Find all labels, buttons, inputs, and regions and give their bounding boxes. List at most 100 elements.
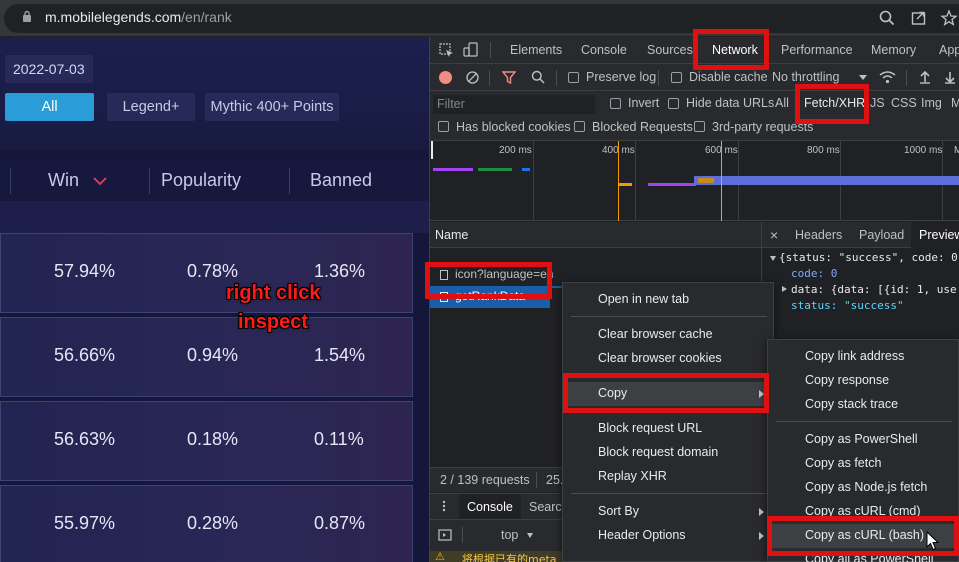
record-icon[interactable]: [439, 71, 452, 84]
status-divider: [536, 472, 537, 488]
chevron-down-icon[interactable]: [93, 177, 107, 186]
popularity-rate: 0.18%: [187, 429, 239, 449]
type-filter-img[interactable]: Img: [921, 96, 942, 110]
popularity-rate: 0.28%: [187, 513, 239, 533]
menu-replay-xhr[interactable]: Replay XHR: [563, 465, 773, 489]
throttling-select[interactable]: No throttling: [772, 70, 839, 84]
chevron-down-icon: [527, 533, 533, 538]
menu-copy-as-fetch[interactable]: Copy as fetch: [768, 452, 958, 476]
date-selector[interactable]: 2022-07-03: [5, 55, 93, 83]
tab-payload[interactable]: Payload: [859, 228, 904, 242]
menu-block-request-domain[interactable]: Block request domain: [563, 441, 773, 465]
tab-sources[interactable]: Sources: [647, 43, 693, 57]
tab-performance[interactable]: Performance: [781, 43, 853, 57]
drawer-tab-console[interactable]: Console: [467, 500, 513, 514]
wifi-settings-icon[interactable]: [879, 70, 896, 85]
sidebar-toggle-icon[interactable]: [438, 529, 452, 541]
column-banned[interactable]: Banned: [310, 170, 372, 191]
context-select[interactable]: top: [501, 528, 518, 542]
menu-open-in-new-tab[interactable]: Open in new tab: [563, 288, 773, 312]
tab-console[interactable]: Console: [581, 43, 627, 57]
toolbar-divider: [490, 42, 491, 58]
menu-block-request-url[interactable]: Block request URL: [563, 417, 773, 441]
network-timeline[interactable]: 200 ms 400 ms 600 ms 800 ms 1000 ms M: [430, 141, 959, 221]
menu-clear-browser-cache[interactable]: Clear browser cache: [563, 323, 773, 347]
export-har-icon[interactable]: [944, 70, 956, 84]
menu-copy-response[interactable]: Copy response: [768, 369, 958, 393]
menu-header-options[interactable]: Header Options: [563, 524, 773, 548]
request-context-menu: Open in new tab Clear browser cache Clea…: [562, 282, 774, 562]
toolbar-divider: [489, 70, 490, 86]
expand-triangle-icon[interactable]: [770, 256, 776, 261]
disable-cache-checkbox[interactable]: [671, 72, 682, 83]
filter-legend-button[interactable]: Legend+: [107, 93, 195, 121]
url-text[interactable]: m.mobilelegends.com/en/rank: [45, 9, 232, 25]
column-win[interactable]: Win: [48, 170, 79, 191]
type-filter-all[interactable]: All: [775, 96, 789, 110]
request-count: 2 / 139 requests: [440, 473, 530, 487]
tab-network[interactable]: Network: [712, 43, 758, 57]
drawer-menu-icon[interactable]: [438, 500, 450, 512]
tab-preview[interactable]: Preview: [919, 228, 959, 242]
bookmark-star-icon[interactable]: [940, 9, 958, 27]
table-row[interactable]: 56.66% 0.94% 1.54%: [0, 317, 413, 397]
table-row[interactable]: 55.97% 0.28% 0.87%: [0, 485, 413, 562]
filter-all-button[interactable]: All: [5, 93, 94, 121]
expand-triangle-icon[interactable]: [782, 286, 787, 292]
close-icon[interactable]: ×: [770, 227, 778, 243]
toolbar-divider: [906, 70, 907, 86]
table-row[interactable]: 57.94% 0.78% 1.36%: [0, 233, 413, 313]
tab-elements[interactable]: Elements: [510, 43, 562, 57]
search-icon[interactable]: [531, 70, 545, 84]
menu-copy-as-curl-cmd[interactable]: Copy as cURL (cmd): [768, 500, 958, 524]
name-column-header[interactable]: Name: [435, 228, 468, 242]
clear-icon[interactable]: [466, 71, 479, 84]
table-subheader: [0, 201, 429, 233]
type-filter-media[interactable]: M: [951, 96, 959, 110]
tab-application[interactable]: App: [939, 43, 959, 57]
toolbar-divider: [462, 527, 463, 543]
win-rate: 57.94%: [54, 261, 116, 281]
zoom-icon[interactable]: [878, 9, 896, 27]
blocked-requests-checkbox[interactable]: [574, 121, 585, 132]
hide-data-urls-checkbox[interactable]: [668, 98, 679, 109]
blocked-cookies-checkbox[interactable]: [438, 121, 449, 132]
json-data-line: data: {data: [{id: 1, use: [791, 283, 957, 296]
type-filter-fetch-xhr[interactable]: Fetch/XHR: [804, 96, 865, 110]
menu-copy[interactable]: Copy: [563, 382, 773, 406]
submenu-arrow-icon: [759, 390, 764, 398]
menu-copy-as-nodejs-fetch[interactable]: Copy as Node.js fetch: [768, 476, 958, 500]
device-toolbar-icon[interactable]: [463, 42, 479, 58]
timeline-start-marker: [431, 141, 433, 159]
preserve-log-checkbox[interactable]: [568, 72, 579, 83]
table-row[interactable]: 56.63% 0.18% 0.11%: [0, 401, 413, 481]
transferred-size: 25.: [546, 473, 564, 487]
chevron-down-icon: [859, 75, 867, 80]
filter-mythic-button[interactable]: Mythic 400+ Points: [205, 93, 339, 121]
menu-copy-link-address[interactable]: Copy link address: [768, 345, 958, 369]
invert-checkbox[interactable]: [610, 98, 621, 109]
filter-icon[interactable]: [502, 71, 516, 84]
filter-input[interactable]: Filter: [433, 95, 595, 114]
menu-clear-browser-cookies[interactable]: Clear browser cookies: [563, 347, 773, 371]
third-party-checkbox[interactable]: [694, 121, 705, 132]
menu-sort-by[interactable]: Sort By: [563, 500, 773, 524]
tab-memory[interactable]: Memory: [871, 43, 916, 57]
menu-copy-as-powershell[interactable]: Copy as PowerShell: [768, 428, 958, 452]
tab-headers[interactable]: Headers: [795, 228, 842, 242]
mouse-cursor-icon: [926, 531, 940, 551]
share-icon[interactable]: [910, 9, 928, 27]
column-divider: [149, 168, 150, 194]
import-har-icon[interactable]: [919, 70, 931, 84]
rank-page: 2022-07-03 All Legend+ Mythic 400+ Point…: [0, 37, 429, 562]
menu-copy-stack-trace[interactable]: Copy stack trace: [768, 393, 958, 417]
type-filter-js[interactable]: JS: [870, 96, 885, 110]
timeline-bar: [522, 168, 530, 171]
column-popularity[interactable]: Popularity: [161, 170, 241, 191]
type-filter-css[interactable]: CSS: [891, 96, 917, 110]
toolbar-divider: [556, 70, 557, 86]
timeline-bar: [433, 168, 473, 171]
timeline-tick: 800 ms: [807, 145, 840, 156]
request-name: getRankData: [455, 289, 526, 303]
inspect-element-icon[interactable]: [439, 43, 454, 58]
